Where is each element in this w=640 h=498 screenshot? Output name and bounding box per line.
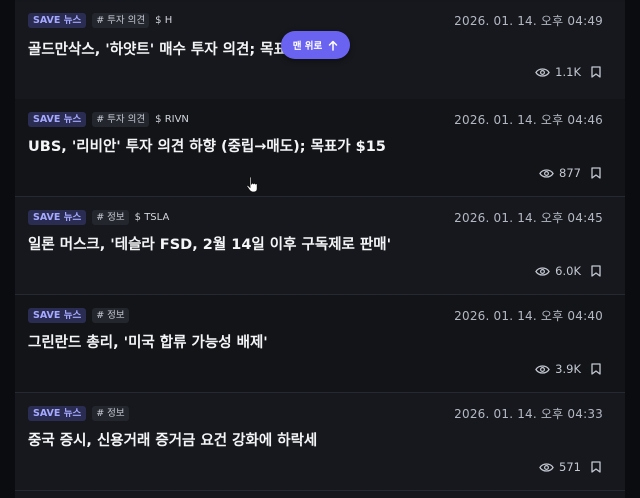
news-date: 2026. 01. 14. 오후 04:49 bbox=[454, 14, 603, 28]
view-count: 1.1K bbox=[555, 65, 581, 79]
view-count: 3.9K bbox=[555, 362, 581, 376]
news-tags: SAVE 뉴스 # 정보 bbox=[28, 307, 135, 323]
category-tag[interactable]: # 투자 의견 bbox=[92, 12, 150, 28]
eye-icon bbox=[539, 168, 554, 178]
news-item[interactable]: SAVE 뉴스 # 정보 $ TSLA 2026. 01. 14. 오후 04:… bbox=[15, 197, 625, 295]
bookmark-icon[interactable] bbox=[591, 265, 601, 277]
source-badge: SAVE 뉴스 bbox=[28, 209, 87, 225]
news-date: 2026. 01. 14. 오후 04:46 bbox=[454, 113, 603, 127]
ticker-tag[interactable]: $ RIVN bbox=[155, 113, 189, 126]
source-badge: SAVE 뉴스 bbox=[28, 111, 87, 127]
eye-icon bbox=[535, 266, 550, 276]
scroll-to-top-label: 맨 위로 bbox=[292, 41, 323, 52]
news-stats: 6.0K bbox=[535, 263, 601, 279]
arrow-up-icon bbox=[329, 40, 338, 51]
view-count: 6.0K bbox=[555, 264, 581, 278]
ticker-tag[interactable]: $ H bbox=[155, 14, 172, 27]
news-title[interactable]: 일론 머스크, '테슬라 FSD, 2월 14일 이후 구독제로 판매' bbox=[28, 233, 588, 254]
pointer-cursor-icon bbox=[246, 176, 258, 193]
source-badge: SAVE 뉴스 bbox=[28, 405, 87, 421]
news-feed: SAVE 뉴스 # 투자 의견 $ H 2026. 01. 14. 오후 04:… bbox=[15, 0, 625, 498]
news-item[interactable]: SAVE 뉴스 # 정보 2026. 01. 14. 오후 04:40 그린란드… bbox=[15, 295, 625, 393]
scroll-to-top-button[interactable]: 맨 위로 bbox=[281, 31, 350, 59]
view-count: 877 bbox=[559, 166, 581, 180]
eye-icon bbox=[539, 462, 554, 472]
eye-icon bbox=[535, 364, 550, 374]
news-date: 2026. 01. 14. 오후 04:33 bbox=[454, 407, 603, 421]
news-title[interactable]: UBS, '리비안' 투자 의견 하향 (중립→매도); 목표가 $15 bbox=[28, 135, 588, 156]
news-tags: SAVE 뉴스 # 정보 bbox=[28, 405, 135, 421]
news-date: 2026. 01. 14. 오후 04:45 bbox=[454, 211, 603, 225]
bookmark-icon[interactable] bbox=[591, 66, 601, 78]
news-stats: 1.1K bbox=[535, 64, 601, 80]
eye-icon bbox=[535, 67, 550, 77]
view-count: 571 bbox=[559, 460, 581, 474]
news-stats: 877 bbox=[539, 165, 601, 181]
bookmark-icon[interactable] bbox=[591, 167, 601, 179]
category-tag[interactable]: # 투자 의견 bbox=[92, 111, 150, 127]
bookmark-icon[interactable] bbox=[591, 461, 601, 473]
news-tags: SAVE 뉴스 # 투자 의견 $ RIVN bbox=[28, 111, 189, 127]
source-badge: SAVE 뉴스 bbox=[28, 12, 87, 28]
bookmark-icon[interactable] bbox=[591, 363, 601, 375]
news-stats: 3.9K bbox=[535, 361, 601, 377]
news-item[interactable]: SAVE 뉴스 # 투자 의견 $ RIVN 2026. 01. 14. 오후 … bbox=[15, 99, 625, 197]
category-tag[interactable]: # 정보 bbox=[92, 405, 129, 421]
category-tag[interactable]: # 정보 bbox=[92, 209, 129, 225]
news-title[interactable]: 중국 증시, 신용거래 증거금 요건 강화에 하락세 bbox=[28, 429, 588, 450]
news-tags: SAVE 뉴스 # 투자 의견 $ H bbox=[28, 12, 172, 28]
news-date: 2026. 01. 14. 오후 04:40 bbox=[454, 309, 603, 323]
news-item[interactable]: SAVE 뉴스 # 정보 2026. 01. 14. 오후 04:33 중국 증… bbox=[15, 393, 625, 491]
news-tags: SAVE 뉴스 # 정보 $ TSLA bbox=[28, 209, 169, 225]
category-tag[interactable]: # 정보 bbox=[92, 307, 129, 323]
source-badge: SAVE 뉴스 bbox=[28, 307, 87, 323]
news-title[interactable]: 그린란드 총리, '미국 합류 가능성 배제' bbox=[28, 331, 588, 352]
ticker-tag[interactable]: $ TSLA bbox=[135, 211, 170, 224]
news-stats: 571 bbox=[539, 459, 601, 475]
